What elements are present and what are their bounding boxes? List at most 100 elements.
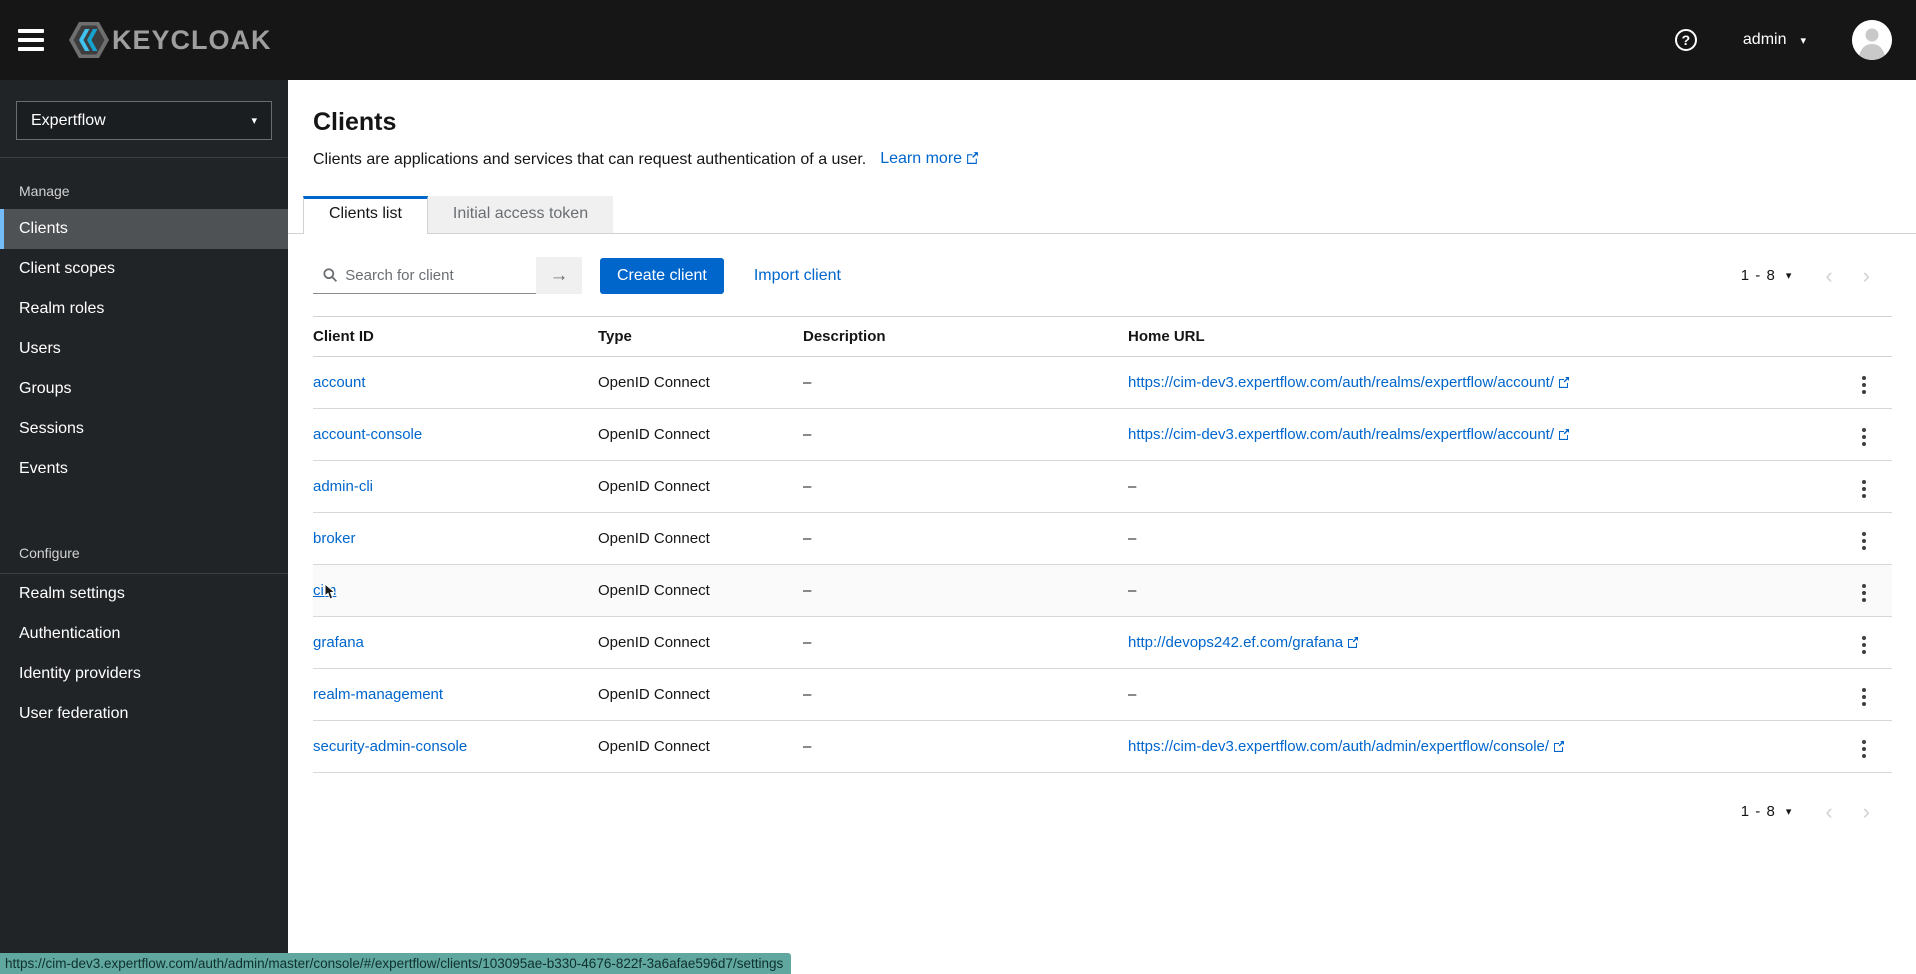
tab-initial-access-token[interactable]: Initial access token	[428, 196, 613, 233]
pagination-range: 1 - 8	[1741, 803, 1776, 820]
pagination-caret-icon[interactable]: ▾	[1786, 269, 1792, 282]
username: admin	[1743, 31, 1787, 49]
avatar[interactable]	[1852, 20, 1892, 60]
sidebar-item-groups[interactable]: Groups	[0, 369, 288, 409]
home-url-link[interactable]: http://devops242.ef.com/grafana	[1128, 634, 1343, 651]
table-row-admin-cli: admin-cliOpenID Connect––	[313, 461, 1892, 513]
search-submit-button[interactable]: →	[536, 257, 582, 294]
table-row-account: accountOpenID Connect–https://cim-dev3.e…	[313, 357, 1892, 409]
external-link-icon	[1558, 375, 1570, 392]
clients-table: Client ID Type Description Home URL acco…	[313, 316, 1892, 773]
column-header-type[interactable]: Type	[598, 317, 803, 357]
external-link-icon	[1347, 635, 1359, 652]
row-actions-kebab-icon[interactable]	[1856, 736, 1872, 762]
row-actions-kebab-icon[interactable]	[1856, 424, 1872, 450]
main-content: Clients Clients are applications and ser…	[288, 80, 1916, 974]
client-type: OpenID Connect	[598, 461, 803, 513]
client-id-link-broker[interactable]: broker	[313, 530, 356, 547]
pagination-prev-button[interactable]: ‹	[1825, 268, 1832, 284]
client-id-link-security-admin-console[interactable]: security-admin-console	[313, 738, 467, 755]
client-description: –	[803, 461, 1128, 513]
pagination-next-button[interactable]: ›	[1863, 268, 1870, 284]
column-header-client-id[interactable]: Client ID	[313, 317, 598, 357]
column-header-home-url[interactable]: Home URL	[1128, 317, 1846, 357]
client-id-link-account-console[interactable]: account-console	[313, 426, 422, 443]
sidebar-item-users[interactable]: Users	[0, 329, 288, 369]
table-row-realm-management: realm-managementOpenID Connect––	[313, 669, 1892, 721]
pagination-caret-icon[interactable]: ▾	[1786, 805, 1792, 818]
nav-section-title: Configure	[0, 537, 288, 571]
sidebar-item-user-federation[interactable]: User federation	[0, 694, 288, 734]
row-actions-kebab-icon[interactable]	[1856, 528, 1872, 554]
client-description: –	[803, 721, 1128, 773]
sidebar-item-authentication[interactable]: Authentication	[0, 614, 288, 654]
sidebar-item-events[interactable]: Events	[0, 449, 288, 489]
nav-section-configure: ConfigureRealm settingsAuthenticationIde…	[0, 537, 288, 734]
sidebar: Expertflow ▾ ManageClientsClient scopesR…	[0, 80, 288, 974]
toolbar: → Create client Import client 1 - 8 ▾ ‹ …	[313, 257, 1892, 294]
client-id-link-account[interactable]: account	[313, 374, 366, 391]
client-type: OpenID Connect	[598, 669, 803, 721]
external-link-icon	[966, 151, 979, 169]
row-actions-kebab-icon[interactable]	[1856, 632, 1872, 658]
row-actions-kebab-icon[interactable]	[1856, 684, 1872, 710]
client-id-link-realm-management[interactable]: realm-management	[313, 686, 443, 703]
client-id-link-admin-cli[interactable]: admin-cli	[313, 478, 373, 495]
import-client-link[interactable]: Import client	[754, 267, 841, 285]
tab-clients-list[interactable]: Clients list	[303, 196, 428, 234]
home-url-link[interactable]: https://cim-dev3.expertflow.com/auth/adm…	[1128, 738, 1549, 755]
pagination-prev-button[interactable]: ‹	[1825, 804, 1832, 820]
sidebar-item-realm-roles[interactable]: Realm roles	[0, 289, 288, 329]
home-url-link[interactable]: https://cim-dev3.expertflow.com/auth/rea…	[1128, 426, 1554, 443]
status-bar-url: https://cim-dev3.expertflow.com/auth/adm…	[0, 953, 791, 974]
hamburger-menu-icon[interactable]	[18, 29, 44, 51]
row-actions-kebab-icon[interactable]	[1856, 476, 1872, 502]
client-description: –	[803, 617, 1128, 669]
table-row-account-console: account-consoleOpenID Connect–https://ci…	[313, 409, 1892, 461]
create-client-button[interactable]: Create client	[600, 258, 724, 294]
client-description: –	[803, 565, 1128, 617]
table-header-row: Client ID Type Description Home URL	[313, 317, 1892, 357]
sidebar-item-client-scopes[interactable]: Client scopes	[0, 249, 288, 289]
nav-section-title: Manage	[0, 175, 288, 209]
row-actions-kebab-icon[interactable]	[1856, 372, 1872, 398]
sidebar-item-identity-providers[interactable]: Identity providers	[0, 654, 288, 694]
divider	[0, 157, 288, 158]
client-type: OpenID Connect	[598, 565, 803, 617]
table-row-grafana: grafana OpenID Connect–http://devops242.e…	[313, 617, 1892, 669]
row-actions-kebab-icon[interactable]	[1856, 580, 1872, 606]
nav-section-manage: ManageClientsClient scopesRealm rolesUse…	[0, 175, 288, 489]
search-input[interactable]	[345, 267, 528, 284]
sidebar-item-sessions[interactable]: Sessions	[0, 409, 288, 449]
sidebar-nav: ManageClientsClient scopesRealm rolesUse…	[0, 175, 288, 734]
tab-bar: Clients list Initial access token	[288, 196, 1916, 234]
client-type: OpenID Connect	[598, 617, 803, 669]
sidebar-item-clients[interactable]: Clients	[0, 209, 288, 249]
client-description: –	[803, 669, 1128, 721]
home-url: –	[1128, 669, 1846, 721]
client-type: OpenID Connect	[598, 409, 803, 461]
help-icon[interactable]: ?	[1675, 29, 1697, 51]
home-url: –	[1128, 461, 1846, 513]
page-title: Clients	[313, 108, 1892, 137]
client-id-link-cim[interactable]: cim	[313, 582, 336, 599]
pagination-next-button[interactable]: ›	[1863, 804, 1870, 820]
chevron-down-icon: ▾	[251, 114, 257, 127]
table-row-broker: brokerOpenID Connect––	[313, 513, 1892, 565]
column-header-actions	[1846, 317, 1892, 357]
home-url-link[interactable]: https://cim-dev3.expertflow.com/auth/rea…	[1128, 374, 1554, 391]
brand-text: KEYCLOAK	[112, 25, 272, 56]
client-id-link-grafana[interactable]: grafana	[313, 634, 364, 651]
external-link-icon	[1553, 739, 1565, 756]
learn-more-link[interactable]: Learn more	[880, 150, 979, 169]
keycloak-hexagon-icon	[68, 21, 110, 59]
user-menu[interactable]: admin ▾	[1743, 31, 1806, 49]
client-type: OpenID Connect	[598, 513, 803, 565]
column-header-description[interactable]: Description	[803, 317, 1128, 357]
bottom-pagination: 1 - 8 ▾ ‹ ›	[313, 803, 1892, 820]
home-url: –	[1128, 565, 1846, 617]
realm-selector[interactable]: Expertflow ▾	[16, 101, 272, 140]
sidebar-item-realm-settings[interactable]: Realm settings	[0, 574, 288, 614]
realm-name: Expertflow	[31, 112, 106, 130]
client-description: –	[803, 513, 1128, 565]
